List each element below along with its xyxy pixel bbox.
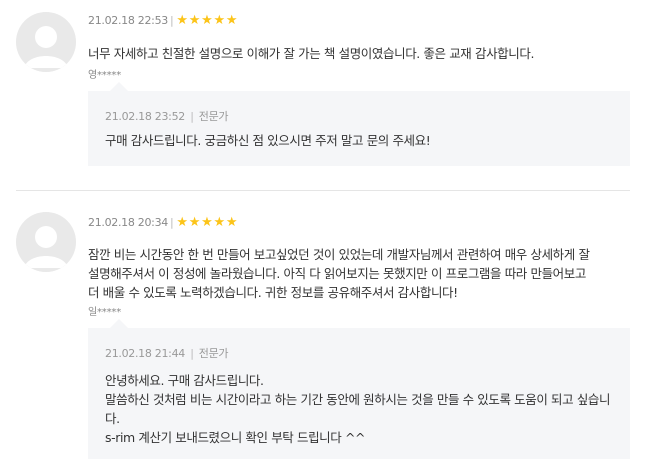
avatar xyxy=(16,212,76,272)
star-icon: ★ xyxy=(176,215,188,230)
reply-role: 전문가 xyxy=(198,110,229,123)
seller-reply: 21.02.18 23:52 | 전문가 구매 감사드립니다. 궁금하신 점 있… xyxy=(88,82,630,166)
star-icon: ★ xyxy=(225,215,238,230)
star-rating: ★ ★ ★ ★ ★ xyxy=(176,14,237,27)
star-icon: ★ xyxy=(213,215,225,230)
meta-separator: | xyxy=(169,14,174,27)
meta-separator: | xyxy=(169,216,174,229)
star-icon: ★ xyxy=(201,13,213,28)
review-meta: 21.02.18 20:34 | ★ ★ ★ ★ ★ xyxy=(88,216,237,229)
star-rating: ★ ★ ★ ★ ★ xyxy=(176,216,237,229)
star-icon: ★ xyxy=(176,13,188,28)
divider xyxy=(16,190,630,191)
meta-separator: | xyxy=(190,110,194,123)
reply-meta: 21.02.18 21:44 | 전문가 xyxy=(105,345,229,361)
review-item: 21.02.18 20:34 | ★ ★ ★ ★ ★ 잠깐 비는 시간동안 한 … xyxy=(0,200,645,467)
review-date: 21.02.18 20:34 xyxy=(88,216,168,229)
review-text: 너무 자세하고 친절한 설명으로 이해가 잘 가는 책 설명이였습니다. 좋은 … xyxy=(88,46,535,61)
review-author: 일***** xyxy=(88,307,122,318)
reply-text: 안녕하세요. 구매 감사드립니다. 말씀하신 것처럼 비는 시간이라고 하는 기… xyxy=(105,373,611,445)
star-icon: ★ xyxy=(213,13,225,28)
meta-separator: | xyxy=(190,347,194,360)
reply-date: 21.02.18 21:44 xyxy=(105,347,185,360)
star-icon: ★ xyxy=(188,13,201,28)
review-text: 잠깐 비는 시간동안 한 번 만들어 보고싶었던 것이 있었는데 개발자님께서 … xyxy=(88,247,590,300)
seller-reply: 21.02.18 21:44 | 전문가 안녕하세요. 구매 감사드립니다. 말… xyxy=(88,319,630,459)
review-meta: 21.02.18 22:53 | ★ ★ ★ ★ ★ xyxy=(88,14,237,27)
user-silhouette-icon xyxy=(16,212,76,272)
review-author: 영***** xyxy=(88,70,122,81)
star-icon: ★ xyxy=(188,215,201,230)
reply-role: 전문가 xyxy=(198,347,229,360)
star-icon: ★ xyxy=(201,215,213,230)
reply-meta: 21.02.18 23:52 | 전문가 xyxy=(105,108,229,124)
user-silhouette-icon xyxy=(16,12,76,72)
reply-text: 구매 감사드립니다. 궁금하신 점 있으시면 주저 말고 문의 주세요! xyxy=(105,133,431,148)
review-item: 21.02.18 22:53 | ★ ★ ★ ★ ★ 너무 자세하고 친절한 설… xyxy=(0,0,645,190)
reply-date: 21.02.18 23:52 xyxy=(105,110,185,123)
star-icon: ★ xyxy=(225,13,238,28)
review-date: 21.02.18 22:53 xyxy=(88,14,168,27)
avatar xyxy=(16,12,76,72)
